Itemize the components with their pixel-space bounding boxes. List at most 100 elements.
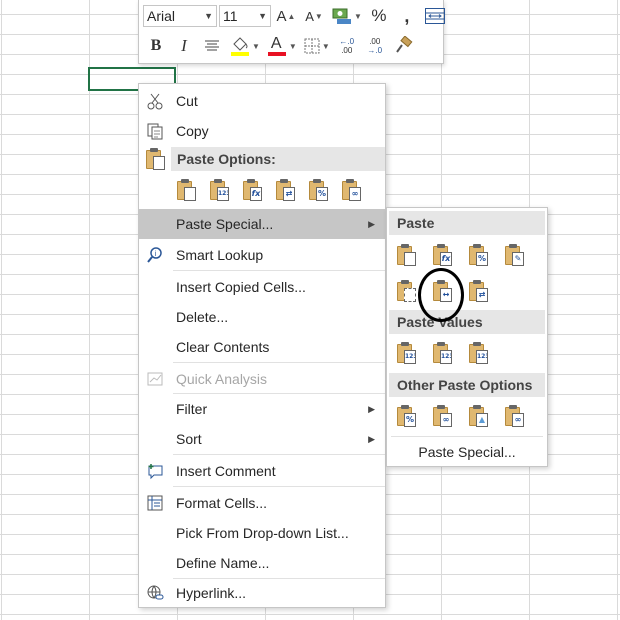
- paste-values-icons: 123 123 123: [396, 342, 488, 364]
- paste-no-borders-icon[interactable]: [396, 280, 416, 302]
- menu-label: Insert Copied Cells...: [176, 279, 306, 295]
- menu-item-pick-from-list[interactable]: Pick From Drop-down List...: [139, 519, 385, 547]
- menu-item-delete[interactable]: Delete...: [139, 303, 385, 331]
- paste-link-icon[interactable]: ∞: [341, 179, 361, 201]
- borders-button[interactable]: ▼: [301, 34, 332, 58]
- font-size-value: 11: [223, 8, 238, 24]
- italic-button[interactable]: I: [171, 34, 197, 58]
- paste-special-label: Paste Special...: [418, 444, 516, 460]
- font-name-value: Arial: [147, 8, 176, 24]
- chevron-down-icon: ▼: [204, 11, 213, 21]
- menu-item-insert-copied-cells[interactable]: Insert Copied Cells...: [139, 273, 385, 301]
- menu-item-hyperlink[interactable]: Hyperlink...: [139, 579, 385, 607]
- chevron-down-icon: ▼: [258, 11, 267, 21]
- paste-special-submenu: Paste fx % ✎ ↔ ⇄ Paste Values 123 123 12…: [386, 207, 548, 467]
- paste-icon[interactable]: [396, 244, 416, 266]
- font-size-combo[interactable]: 11 ▼: [219, 5, 271, 27]
- paste-formulas-icon[interactable]: fx: [432, 244, 452, 266]
- paste-link-icon[interactable]: ∞: [432, 405, 452, 427]
- paste-formatting-icon[interactable]: %: [396, 405, 416, 427]
- caret-up-icon: ▲: [287, 11, 296, 21]
- paste-transpose-icon[interactable]: ⇄: [468, 280, 488, 302]
- menu-item-clear-contents[interactable]: Clear Contents: [139, 333, 385, 361]
- menu-item-smart-lookup[interactable]: i Smart Lookup: [139, 241, 385, 269]
- percent-style-button[interactable]: %: [366, 4, 392, 28]
- hyperlink-icon: [145, 583, 165, 603]
- paste-picture-icon[interactable]: ▲: [468, 405, 488, 427]
- menu-item-paste-special[interactable]: Paste Special... ▶: [139, 209, 385, 239]
- quick-analysis-icon: [145, 369, 165, 389]
- menu-separator: [173, 486, 385, 487]
- paste-values-source-formatting-icon[interactable]: 123: [468, 342, 488, 364]
- menu-label: Filter: [176, 401, 208, 417]
- menu-item-insert-comment[interactable]: Insert Comment: [139, 457, 385, 485]
- menu-label: Insert Comment: [176, 463, 276, 479]
- menu-item-define-name[interactable]: Define Name...: [139, 549, 385, 577]
- menu-item-cut[interactable]: Cut: [139, 87, 385, 115]
- paste-linked-picture-icon[interactable]: ∞: [504, 405, 524, 427]
- increase-decimal-button[interactable]: ←.0 .00: [334, 34, 360, 58]
- mini-toolbar: Arial ▼ 11 ▼ A ▲ A ▼ ▼ % , B I ▼ A ▼ ▼ ←…: [138, 0, 445, 64]
- paste-keep-source-formatting-icon[interactable]: ✎: [504, 244, 524, 266]
- align-center-icon: [205, 40, 219, 51]
- menu-label: Delete...: [176, 309, 229, 325]
- grow-font-button[interactable]: A ▲: [273, 4, 299, 28]
- fill-color-button[interactable]: ▼: [227, 34, 262, 58]
- paste-values-number-format-icon[interactable]: 123: [432, 342, 452, 364]
- menu-label: Cut: [176, 93, 198, 109]
- decrease-decimal-icon: .00: [369, 37, 381, 46]
- paste-formatting-icon[interactable]: %: [308, 179, 328, 201]
- font-color-swatch: [267, 52, 286, 56]
- paste-options-header: Paste Options:: [171, 147, 385, 171]
- accounting-format-button[interactable]: ▼: [329, 4, 364, 28]
- paste-button-icon[interactable]: [176, 179, 196, 201]
- format-cells-icon: [145, 493, 165, 513]
- menu-label: Define Name...: [176, 555, 270, 571]
- paste-header: Paste: [389, 211, 545, 235]
- shrink-font-icon: A: [305, 8, 314, 24]
- arrow-left-icon: ←.0: [339, 37, 355, 46]
- menu-label: Format Cells...: [176, 495, 268, 511]
- arrow-right-icon: →.0: [367, 46, 383, 55]
- chevron-right-icon: ▶: [368, 218, 375, 229]
- font-name-combo[interactable]: Arial ▼: [143, 5, 217, 27]
- menu-separator: [173, 362, 385, 363]
- fill-color-icon: [231, 37, 249, 56]
- accounting-format-icon: [332, 8, 351, 24]
- chevron-right-icon: ▶: [368, 403, 375, 414]
- paste-formulas-number-format-icon[interactable]: %: [468, 244, 488, 266]
- grow-font-icon: A: [276, 7, 287, 25]
- menu-separator: [173, 393, 385, 394]
- menu-separator: [173, 454, 385, 455]
- paste-values-icon[interactable]: 123: [209, 179, 229, 201]
- paste-formulas-icon[interactable]: fx: [242, 179, 262, 201]
- font-color-button[interactable]: A ▼: [264, 34, 299, 58]
- format-painter-button[interactable]: [390, 34, 416, 58]
- context-menu: Cut Copy Paste Options: 123 fx ⇄ % ∞ Pas…: [138, 83, 386, 608]
- menu-label: Smart Lookup: [176, 247, 264, 263]
- menu-item-filter[interactable]: Filter ▶: [139, 395, 385, 423]
- format-painter-icon: [395, 36, 413, 53]
- menu-item-format-cells[interactable]: Format Cells...: [139, 489, 385, 517]
- paste-special-link[interactable]: Paste Special...: [387, 438, 547, 466]
- align-center-button[interactable]: [199, 34, 225, 58]
- paste-options-icons: 123 fx ⇄ % ∞: [176, 179, 361, 201]
- merge-center-button[interactable]: [422, 4, 448, 28]
- paste-icons-row1: fx % ✎: [396, 244, 524, 266]
- bold-button[interactable]: B: [143, 34, 169, 58]
- other-paste-icons: % ∞ ▲ ∞: [396, 405, 524, 427]
- other-paste-options-header: Other Paste Options: [389, 373, 545, 397]
- shrink-font-button[interactable]: A ▼: [301, 4, 327, 28]
- decrease-decimal-button[interactable]: .00 →.0: [362, 34, 388, 58]
- smart-lookup-icon: i: [145, 245, 165, 265]
- comma-style-button[interactable]: ,: [394, 4, 420, 28]
- chevron-down-icon: ▼: [288, 41, 297, 51]
- chevron-down-icon: ▼: [321, 41, 330, 51]
- paste-transpose-icon[interactable]: ⇄: [275, 179, 295, 201]
- menu-item-sort[interactable]: Sort ▶: [139, 425, 385, 453]
- borders-icon: [304, 38, 320, 54]
- menu-item-copy[interactable]: Copy: [139, 117, 385, 145]
- chevron-down-icon: ▼: [252, 41, 260, 51]
- increase-decimal-icon: .00: [341, 46, 353, 55]
- paste-values-icon[interactable]: 123: [396, 342, 416, 364]
